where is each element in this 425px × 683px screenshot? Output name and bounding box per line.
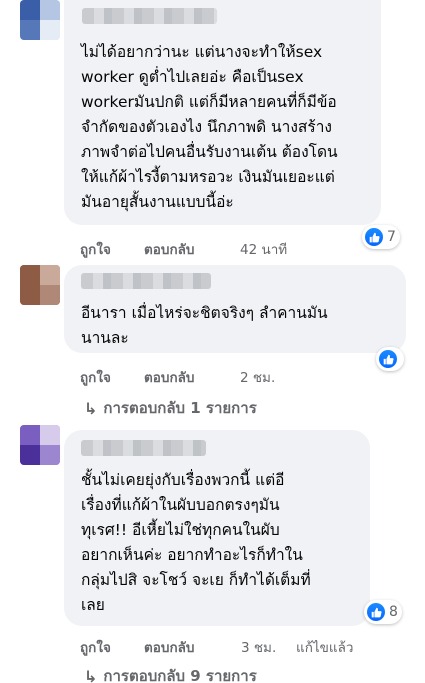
replies-count-label: การตอบกลับ 1 รายการ <box>103 399 257 417</box>
comment-text: อีนารา เมื่อไหร่จะชิตจริงๆ ลำคานมัน นานล… <box>81 304 328 347</box>
comment-text: ชั้นไม่เคยยุ่งกับเรื่องพวกนี้ แต่อี เรื่… <box>81 471 311 614</box>
reply-arrow-icon: ↳ <box>84 666 98 683</box>
comment-bubble: ไม่ได้อยากว่านะ แต่นางจะทำให้sex worker … <box>64 0 381 225</box>
avatar[interactable] <box>20 0 60 40</box>
blurred-author-name <box>81 440 206 456</box>
like-button[interactable]: ถูกใจ <box>80 238 144 260</box>
comment-bubble: อีนารา เมื่อไหร่จะชิตจริงๆ ลำคานมัน นานล… <box>64 265 406 353</box>
comment-timestamp[interactable]: 2 ชม. <box>240 366 275 388</box>
replies-count-label: การตอบกลับ 9 รายการ <box>103 667 257 683</box>
comment-timestamp[interactable]: 3 ชม. <box>241 636 296 658</box>
edited-label: แก้ไขแล้ว <box>296 640 354 656</box>
reaction-count: 8 <box>389 604 398 620</box>
avatar[interactable] <box>20 425 60 465</box>
reaction-summary[interactable]: 8 <box>364 600 402 624</box>
view-replies-link[interactable]: ↳ การตอบกลับ 1 รายการ <box>84 396 257 420</box>
reply-button[interactable]: ตอบกลับ <box>144 238 240 260</box>
reaction-count: 7 <box>387 229 396 245</box>
blurred-author-name <box>81 273 211 289</box>
like-icon <box>379 350 397 368</box>
like-icon <box>365 228 383 246</box>
reply-button[interactable]: ตอบกลับ <box>144 366 240 388</box>
reply-arrow-icon: ↳ <box>84 398 98 418</box>
reaction-summary[interactable] <box>376 347 404 371</box>
comment-timestamp[interactable]: 42 นาที <box>240 238 287 260</box>
view-replies-link[interactable]: ↳ การตอบกลับ 9 รายการ <box>84 664 257 683</box>
comment-actions: ถูกใจ ตอบกลับ 2 ชม. <box>80 366 275 388</box>
reply-button[interactable]: ตอบกลับ <box>144 636 241 658</box>
blurred-author-name <box>82 8 217 24</box>
comment-actions: ถูกใจ ตอบกลับ 42 นาที <box>80 238 287 260</box>
comment-actions: ถูกใจ ตอบกลับ 3 ชม. แก้ไขแล้ว <box>80 636 353 658</box>
like-button[interactable]: ถูกใจ <box>80 366 144 388</box>
like-button[interactable]: ถูกใจ <box>80 636 144 658</box>
avatar[interactable] <box>20 265 60 305</box>
comment-text: ไม่ได้อยากว่านะ แต่นางจะทำให้sex worker … <box>81 43 338 211</box>
reaction-summary[interactable]: 7 <box>362 225 400 249</box>
comment-bubble: ชั้นไม่เคยยุ่งกับเรื่องพวกนี้ แต่อี เรื่… <box>64 430 370 626</box>
like-icon <box>367 603 385 621</box>
